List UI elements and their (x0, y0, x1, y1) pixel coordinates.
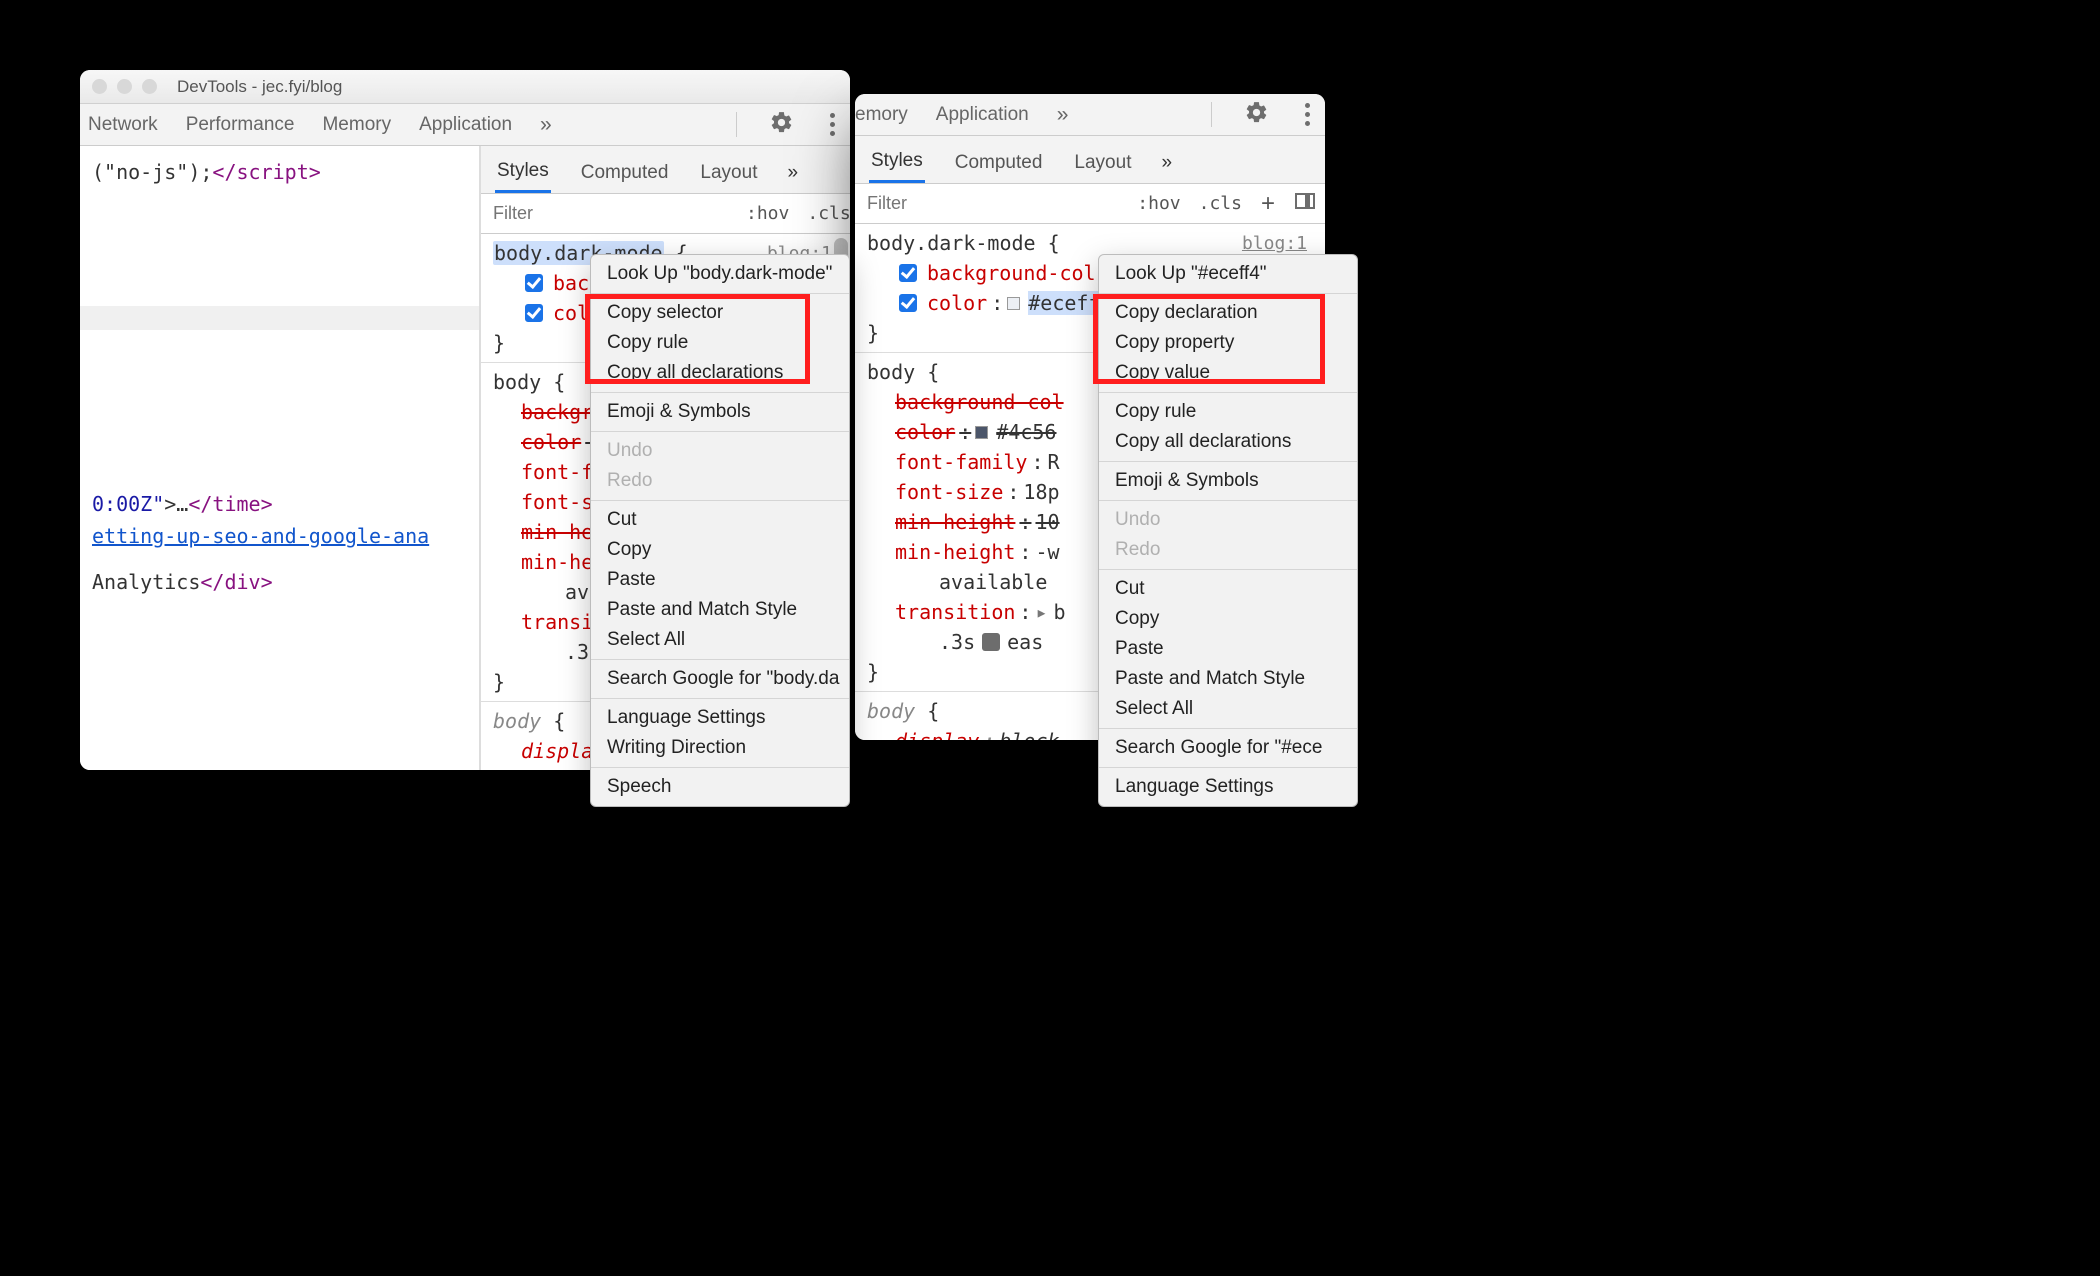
tab-computed[interactable]: Computed (579, 154, 671, 192)
tab-styles[interactable]: Styles (869, 142, 925, 183)
menu-copy-property[interactable]: Copy property (1099, 328, 1357, 358)
source-panel[interactable]: ("no-js");</script​> 0:00Z">…</time> ett… (80, 146, 480, 770)
sidebar-tabs: Styles Computed Layout » (481, 146, 850, 194)
selector[interactable]: body.dark-mode (867, 231, 1036, 255)
gear-icon[interactable] (769, 110, 794, 140)
new-rule-button[interactable]: + (1251, 190, 1285, 218)
window-titlebar[interactable]: DevTools - jec.fyi/blog (80, 70, 850, 104)
bezier-icon[interactable] (982, 633, 1000, 651)
menu-select-all[interactable]: Select All (1099, 694, 1357, 724)
code-tag: </script​> (212, 160, 320, 184)
code-text: Analytics (92, 570, 200, 594)
menu-language[interactable]: Language Settings (591, 703, 849, 733)
color-swatch[interactable] (1007, 297, 1020, 310)
code-tag: </div> (200, 570, 272, 594)
cls-button[interactable]: .cls (798, 203, 850, 224)
tab-layout[interactable]: Layout (1072, 144, 1133, 182)
menu-copy-value[interactable]: Copy value (1099, 358, 1357, 388)
code-attr-value: 0:00Z" (92, 492, 164, 516)
styles-filter-input[interactable] (855, 185, 1128, 222)
source-link[interactable]: blog:1 (1242, 230, 1307, 257)
menu-writing-direction[interactable]: Writing Direction (591, 733, 849, 763)
minimize-icon[interactable] (117, 79, 132, 94)
hov-button[interactable]: :hov (1128, 193, 1189, 214)
hov-button[interactable]: :hov (737, 203, 798, 224)
window-title: DevTools - jec.fyi/blog (177, 77, 342, 97)
sidebar-more-icon[interactable]: » (1161, 152, 1172, 174)
menu-language[interactable]: Language Settings (1099, 772, 1357, 802)
context-menu[interactable]: Look Up "body.dark-mode" Copy selector C… (590, 254, 850, 807)
menu-speech[interactable]: Speech (591, 772, 849, 802)
menu-paste[interactable]: Paste (1099, 634, 1357, 664)
menu-copy-all-declarations[interactable]: Copy all declarations (1099, 427, 1357, 457)
menu-select-all[interactable]: Select All (591, 625, 849, 655)
menu-emoji[interactable]: Emoji & Symbols (1099, 466, 1357, 496)
top-tabs: Network Performance Memory Application » (80, 104, 850, 146)
menu-paste-match[interactable]: Paste and Match Style (1099, 664, 1357, 694)
more-tabs-icon[interactable]: » (540, 113, 552, 137)
menu-lookup[interactable]: Look Up "#eceff4" (1099, 259, 1357, 289)
menu-paste[interactable]: Paste (591, 565, 849, 595)
menu-copy-all-declarations[interactable]: Copy all declarations (591, 358, 849, 388)
menu-undo: Undo (1099, 505, 1357, 535)
close-icon[interactable] (92, 79, 107, 94)
styles-filter-bar: :hov .cls + (855, 184, 1325, 224)
toggle-declaration[interactable] (899, 294, 917, 312)
menu-redo: Redo (591, 466, 849, 496)
menu-copy-rule[interactable]: Copy rule (591, 328, 849, 358)
menu-search-google[interactable]: Search Google for "body.da (591, 664, 849, 694)
menu-search-google[interactable]: Search Google for "#ece (1099, 733, 1357, 763)
color-swatch[interactable] (975, 426, 988, 439)
menu-lookup[interactable]: Look Up "body.dark-mode" (591, 259, 849, 289)
cls-button[interactable]: .cls (1190, 193, 1251, 214)
selector: body (493, 709, 541, 733)
context-menu[interactable]: Look Up "#eceff4" Copy declaration Copy … (1098, 254, 1358, 807)
toggle-panel-icon[interactable] (1285, 193, 1325, 214)
menu-cut[interactable]: Cut (1099, 574, 1357, 604)
tab-memory[interactable]: Memory (322, 114, 391, 136)
kebab-menu-icon[interactable] (1297, 103, 1317, 126)
toggle-declaration[interactable] (899, 264, 917, 282)
menu-emoji[interactable]: Emoji & Symbols (591, 397, 849, 427)
menu-copy-selector[interactable]: Copy selector (591, 298, 849, 328)
tabs-divider (736, 112, 737, 137)
gear-icon[interactable] (1244, 100, 1269, 130)
code-text: >… (164, 492, 188, 516)
tabs-divider (1211, 102, 1212, 127)
menu-copy[interactable]: Copy (591, 535, 849, 565)
tab-computed[interactable]: Computed (953, 144, 1045, 182)
tab-performance[interactable]: Performance (186, 114, 295, 136)
sidebar-more-icon[interactable]: » (787, 162, 798, 184)
tab-layout[interactable]: Layout (698, 154, 759, 192)
code-text: ("no-js"); (92, 160, 212, 184)
toggle-declaration[interactable] (525, 274, 543, 292)
selector[interactable]: body (867, 360, 915, 384)
tab-application[interactable]: Application (936, 104, 1029, 126)
tab-styles[interactable]: Styles (495, 152, 551, 193)
code-link[interactable]: etting-up-seo-and-google-ana (92, 524, 429, 548)
menu-paste-match[interactable]: Paste and Match Style (591, 595, 849, 625)
code-tag: </time> (188, 492, 272, 516)
selector: body (867, 699, 915, 723)
selector[interactable]: body (493, 370, 541, 394)
menu-undo: Undo (591, 436, 849, 466)
sidebar-tabs: Styles Computed Layout » (855, 136, 1325, 184)
tab-application[interactable]: Application (419, 114, 512, 136)
tab-memory-clipped[interactable]: emory (855, 104, 908, 126)
menu-copy-declaration[interactable]: Copy declaration (1099, 298, 1357, 328)
more-tabs-icon[interactable]: » (1057, 103, 1069, 127)
menu-copy[interactable]: Copy (1099, 604, 1357, 634)
tab-network[interactable]: Network (88, 114, 158, 136)
menu-redo: Redo (1099, 535, 1357, 565)
menu-cut[interactable]: Cut (591, 505, 849, 535)
top-tabs: emory Application » (855, 94, 1325, 136)
styles-filter-bar: :hov .cls + (481, 194, 850, 234)
window-traffic-lights[interactable] (92, 79, 157, 94)
styles-filter-input[interactable] (481, 195, 737, 232)
zoom-icon[interactable] (142, 79, 157, 94)
menu-copy-rule[interactable]: Copy rule (1099, 397, 1357, 427)
kebab-menu-icon[interactable] (822, 113, 842, 136)
toggle-declaration[interactable] (525, 304, 543, 322)
